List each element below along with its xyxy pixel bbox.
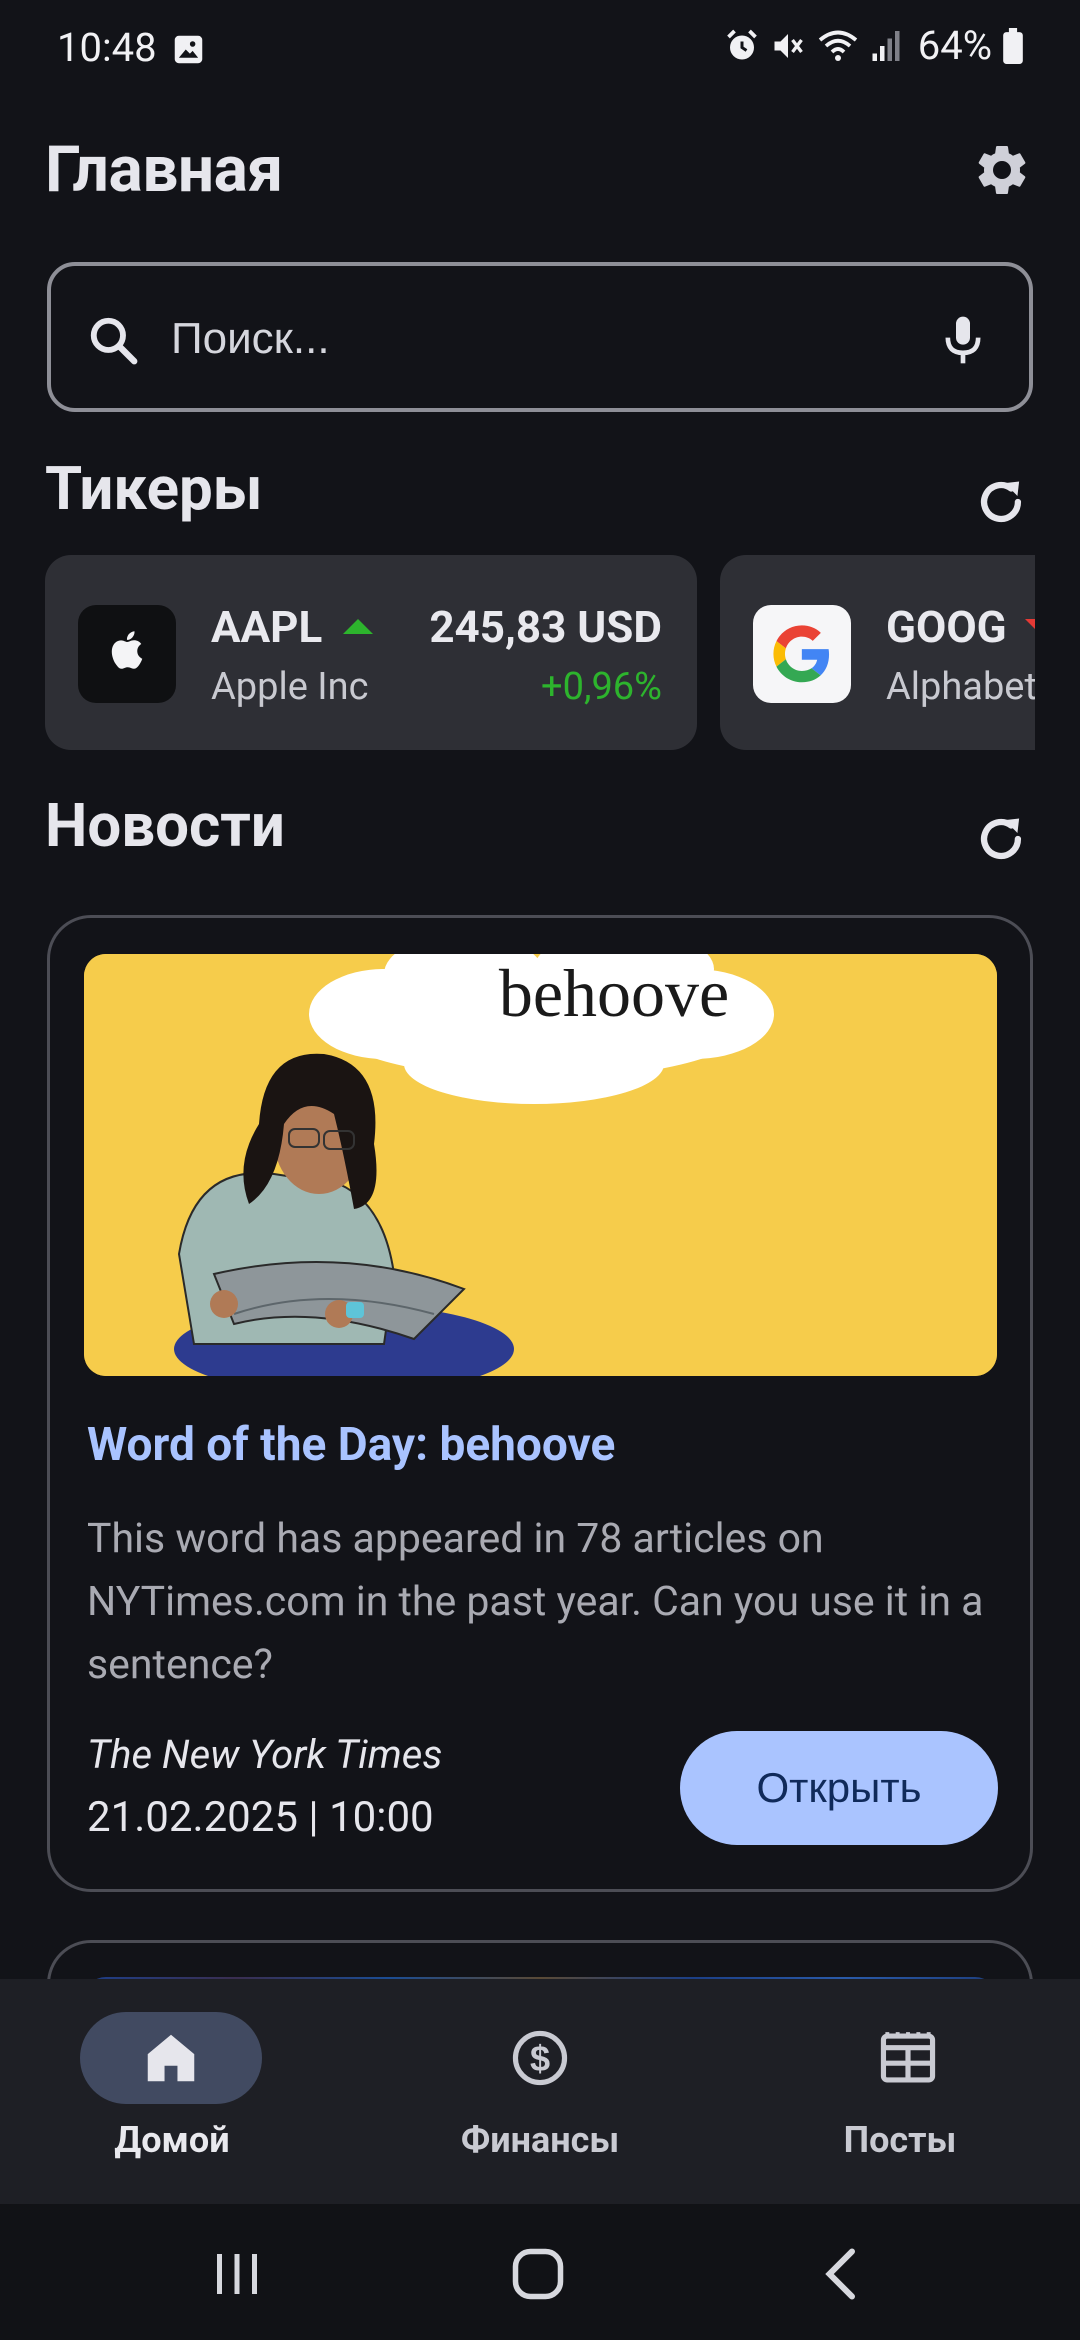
back-icon[interactable] <box>812 2244 872 2304</box>
battery-icon <box>1003 27 1023 64</box>
search-icon <box>90 317 138 365</box>
alarm-icon <box>726 29 757 59</box>
ticker-symbol: AAPL <box>211 601 323 653</box>
ticker-price: 245,83 USD <box>429 601 662 653</box>
newspaper-icon <box>880 2032 936 2083</box>
bottom-navigation: Домой $ Финансы Посты <box>0 1979 1080 2204</box>
news-date: 21.02.2025 | 10:00 <box>87 1793 434 1842</box>
news-refresh-icon[interactable] <box>972 810 1030 868</box>
svg-text:$: $ <box>530 2038 550 2079</box>
nav-label: Посты <box>843 2119 957 2161</box>
status-bar: 10:48 64% <box>0 0 1080 100</box>
ticker-company: Apple Inc <box>211 665 369 709</box>
search-box[interactable] <box>47 262 1033 412</box>
ticker-change: +0,96% <box>541 665 662 709</box>
mute-icon <box>774 33 803 58</box>
news-image: behoove <box>84 954 997 1376</box>
trend-up-icon <box>343 619 373 634</box>
open-button[interactable]: Открыть <box>680 1731 998 1845</box>
news-section-title: Новости <box>45 790 285 861</box>
system-navigation-bar <box>0 2204 1080 2340</box>
wifi-icon <box>818 30 857 61</box>
nav-label: Домой <box>114 2119 230 2161</box>
news-illustration: behoove <box>84 954 997 1376</box>
dollar-icon: $ <box>512 2030 568 2086</box>
nav-item-home[interactable]: Домой <box>0 1979 360 2204</box>
recent-apps-icon[interactable] <box>207 2244 267 2304</box>
image-notification-icon <box>174 35 203 64</box>
search-input[interactable] <box>171 304 871 374</box>
news-description: This word has appeared in 78 articles on… <box>87 1515 984 1689</box>
ticker-card-goog[interactable]: GOOG Alphabet <box>720 555 1080 750</box>
ticker-company: Alphabet <box>886 665 1037 709</box>
home-icon <box>147 2034 195 2082</box>
ticker-card-aapl[interactable]: AAPL Apple Inc 245,83 USD +0,96% <box>45 555 697 750</box>
nav-item-posts[interactable]: Посты <box>720 1979 1080 2204</box>
tickers-refresh-icon[interactable] <box>972 473 1030 531</box>
tickers-section-title: Тикеры <box>45 453 263 524</box>
battery-percent: 64% <box>917 22 992 69</box>
settings-gear-icon[interactable] <box>972 140 1032 200</box>
google-logo-icon <box>753 605 851 703</box>
status-time: 10:48 <box>57 24 157 71</box>
ticker-row-edge <box>1035 555 1080 750</box>
page-title: Главная <box>45 132 283 207</box>
microphone-icon[interactable] <box>935 312 991 368</box>
nav-item-finance[interactable]: $ Финансы <box>360 1979 720 2204</box>
news-title[interactable]: Word of the Day: behoove <box>87 1418 615 1472</box>
signal-icon <box>872 30 900 61</box>
status-icons: 64% <box>724 22 1024 69</box>
apple-logo-icon <box>78 605 176 703</box>
news-source: The New York Times <box>87 1731 443 1778</box>
news-card[interactable]: behoove Word of the Day: behoove This wo… <box>47 915 1033 1892</box>
cloud-word: behoove <box>499 955 729 1031</box>
ticker-symbol: GOOG <box>886 601 1007 653</box>
nav-label: Финансы <box>460 2119 620 2161</box>
home-button-icon[interactable] <box>508 2244 568 2304</box>
tickers-list: AAPL Apple Inc 245,83 USD +0,96% GOOG Al… <box>0 555 1080 750</box>
